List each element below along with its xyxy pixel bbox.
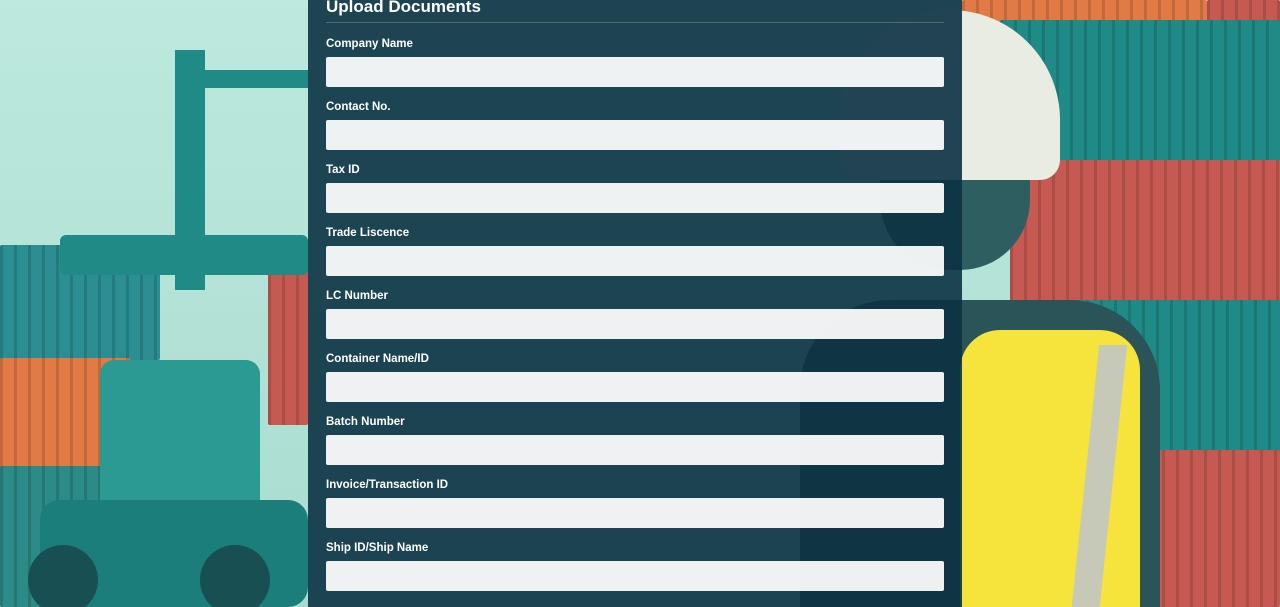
field-tax-id: Tax ID bbox=[326, 163, 944, 213]
contact-no-label: Contact No. bbox=[326, 101, 391, 113]
container-name-input[interactable] bbox=[326, 372, 944, 402]
tax-id-label: Tax ID bbox=[326, 164, 360, 176]
ship-id-input[interactable] bbox=[326, 561, 944, 591]
contact-no-input[interactable] bbox=[326, 120, 944, 150]
company-name-label: Company Name bbox=[326, 38, 413, 50]
field-company-name: Company Name bbox=[326, 37, 944, 87]
field-batch-number: Batch Number bbox=[326, 415, 944, 465]
field-trade-licence: Trade Liscence bbox=[326, 226, 944, 276]
container-red-mid bbox=[268, 265, 308, 425]
field-ship-id: Ship ID/Ship Name bbox=[326, 541, 944, 591]
company-name-input[interactable] bbox=[326, 57, 944, 87]
field-lc-number: LC Number bbox=[326, 289, 944, 339]
ship-id-label: Ship ID/Ship Name bbox=[326, 542, 429, 554]
form-title: Upload Documents bbox=[326, 0, 481, 16]
invoice-id-input[interactable] bbox=[326, 498, 944, 528]
title-divider bbox=[326, 22, 944, 23]
trade-licence-label: Trade Liscence bbox=[326, 227, 410, 239]
forklift-wheel bbox=[28, 545, 98, 607]
lc-number-label: LC Number bbox=[326, 290, 388, 302]
forklift-wheel bbox=[200, 545, 270, 607]
container-name-label: Container Name/ID bbox=[326, 353, 429, 365]
batch-number-label: Batch Number bbox=[326, 416, 405, 428]
lc-number-input[interactable] bbox=[326, 309, 944, 339]
forklift-frame bbox=[205, 70, 308, 88]
tax-id-input[interactable] bbox=[326, 183, 944, 213]
invoice-id-label: Invoice/Transaction ID bbox=[326, 479, 449, 491]
field-contact-no: Contact No. bbox=[326, 100, 944, 150]
field-invoice-id: Invoice/Transaction ID bbox=[326, 478, 944, 528]
container-red-right bbox=[1010, 160, 1280, 310]
trade-licence-input[interactable] bbox=[326, 246, 944, 276]
upload-documents-panel: Upload Documents Company Name Contact No… bbox=[308, 0, 962, 607]
batch-number-input[interactable] bbox=[326, 435, 944, 465]
field-container-name: Container Name/ID bbox=[326, 352, 944, 402]
forklift-fork bbox=[60, 235, 308, 275]
